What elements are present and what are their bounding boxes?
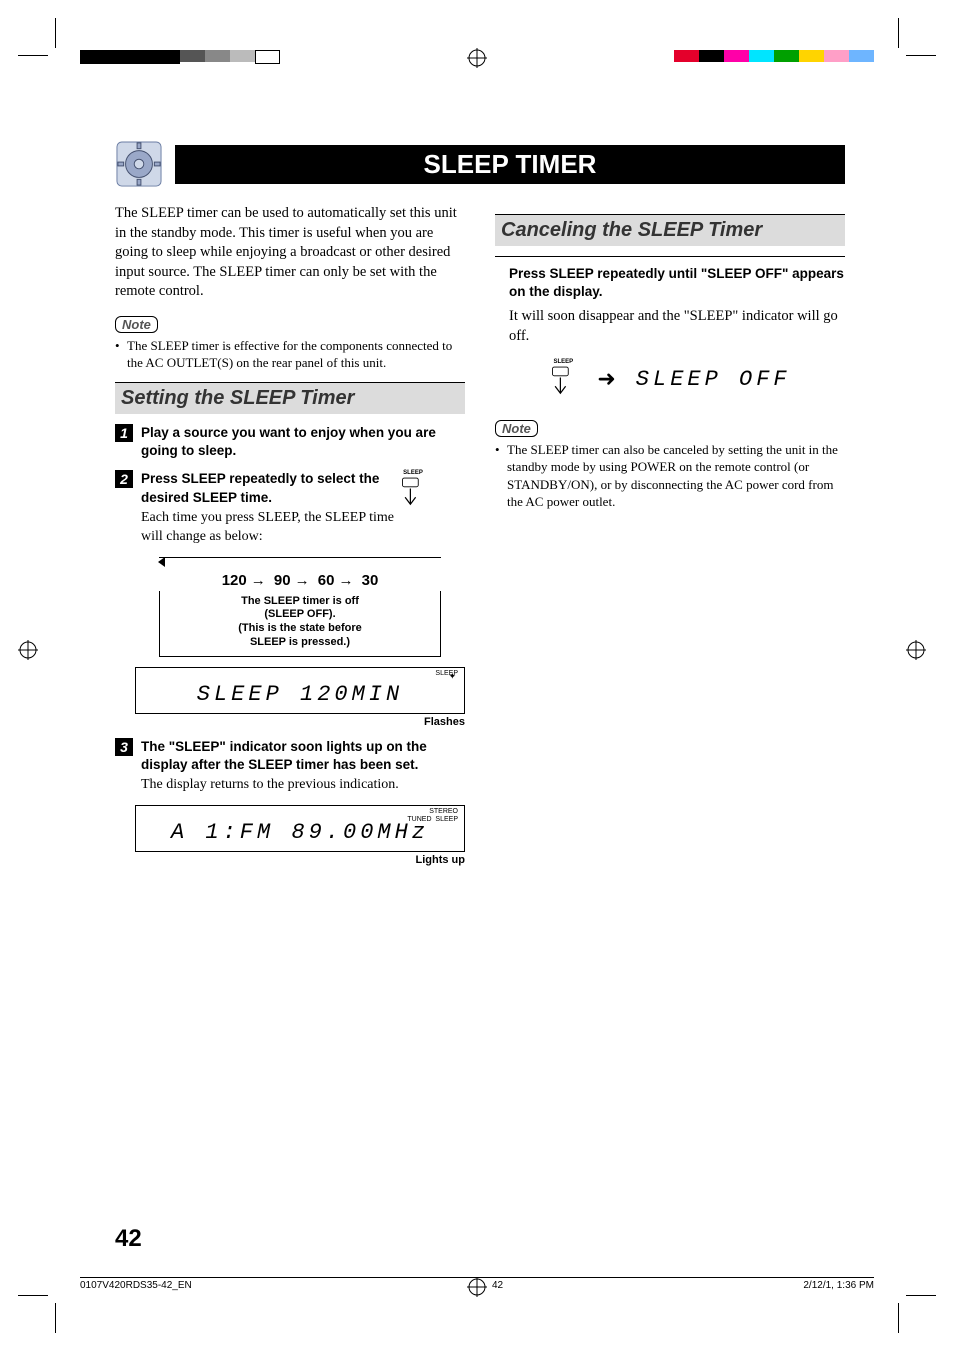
cancel-heading: Canceling the SLEEP Timer [495,214,845,246]
step-1-text: Play a source you want to enjoy when you… [141,424,465,460]
intro-text: The SLEEP timer can be used to automatic… [115,204,465,302]
step-number: 3 [115,738,133,756]
setting-heading: Setting the SLEEP Timer [115,382,465,414]
lcd-display-tuner: STEREO TUNED SLEEP A 1:FM 89.00MHz [135,805,465,852]
step-2: 2 Press SLEEP repeatedly to select the d… [115,470,465,546]
lcd-display-sleep: ✦ SLEEP SLEEP 120MIN [135,667,465,714]
cycle-off-note: The SLEEP timer is off (SLEEP OFF). (Thi… [159,591,441,657]
right-column: Canceling the SLEEP Timer Press SLEEP re… [495,204,845,876]
step-3-lead: The "SLEEP" indicator soon lights up on … [141,738,465,774]
crop-mark-icon [18,55,48,56]
crop-mark-icon [55,1303,56,1333]
cycle-top-rule [159,557,441,566]
lcd-caption-flashes: Flashes [135,716,465,728]
arrow-right-icon: ➜ [597,366,615,392]
printer-color-bar [674,50,874,62]
registration-mark-top-icon [467,48,487,74]
crop-mark-icon [55,18,56,48]
step-3: 3 The "SLEEP" indicator soon lights up o… [115,738,465,795]
sleep-remote-button-icon: SLEEP [549,359,577,400]
step-2-lead: Press SLEEP repeatedly to select the des… [141,470,405,506]
crop-mark-icon [898,18,899,48]
manual-page: SLEEP TIMER The SLEEP timer can be used … [0,0,954,1351]
cancel-note: • The SLEEP timer can also be canceled b… [495,441,845,511]
registration-mark-left-icon [18,640,48,670]
gear-icon [115,140,163,188]
page-title: SLEEP TIMER [175,145,845,184]
page-content: SLEEP TIMER The SLEEP timer can be used … [115,140,845,876]
crop-mark-icon [18,1295,48,1296]
footer: 0107V420RDS35-42_EN 42 2/12/1, 1:36 PM [80,1277,874,1291]
cancel-follow: It will soon disappear and the "SLEEP" i… [509,307,845,346]
footer-filename: 0107V420RDS35-42_EN [80,1280,192,1291]
note-label: Note [115,316,158,333]
step-number: 1 [115,424,133,442]
cancel-instruction: Press SLEEP repeatedly until "SLEEP OFF"… [509,265,845,301]
divider [495,256,845,257]
step-3-follow: The display returns to the previous indi… [141,776,465,795]
sleep-remote-button-icon: SLEEP [399,470,427,511]
lcd-text: A 1:FM 89.00MHz [171,820,429,845]
crop-mark-icon [906,1295,936,1296]
lcd-caption-lightsup: Lights up [135,854,465,866]
sleep-off-illustration: SLEEP ➜ SLEEP OFF [495,359,845,400]
note-label: Note [495,420,538,437]
crop-mark-icon [906,55,936,56]
page-number: 42 [115,1225,142,1253]
sleep-cycle-values: 120→ 90→ 60→ 30 [159,572,441,589]
note-1: • The SLEEP timer is effective for the c… [115,337,465,372]
footer-page: 42 [492,1280,503,1291]
step-2-follow: Each time you press SLEEP, the SLEEP tim… [141,509,405,547]
printer-grayscale-bar [80,50,280,64]
registration-mark-right-icon [906,640,936,670]
segment-sleep-off: SLEEP OFF [636,367,791,392]
step-number: 2 [115,470,133,488]
footer-timestamp: 2/12/1, 1:36 PM [803,1280,874,1291]
left-column: The SLEEP timer can be used to automatic… [115,204,465,876]
crop-mark-icon [898,1303,899,1333]
lcd-text: SLEEP 120MIN [197,682,403,707]
step-1: 1 Play a source you want to enjoy when y… [115,424,465,460]
lcd-badges: STEREO TUNED SLEEP [407,808,458,823]
